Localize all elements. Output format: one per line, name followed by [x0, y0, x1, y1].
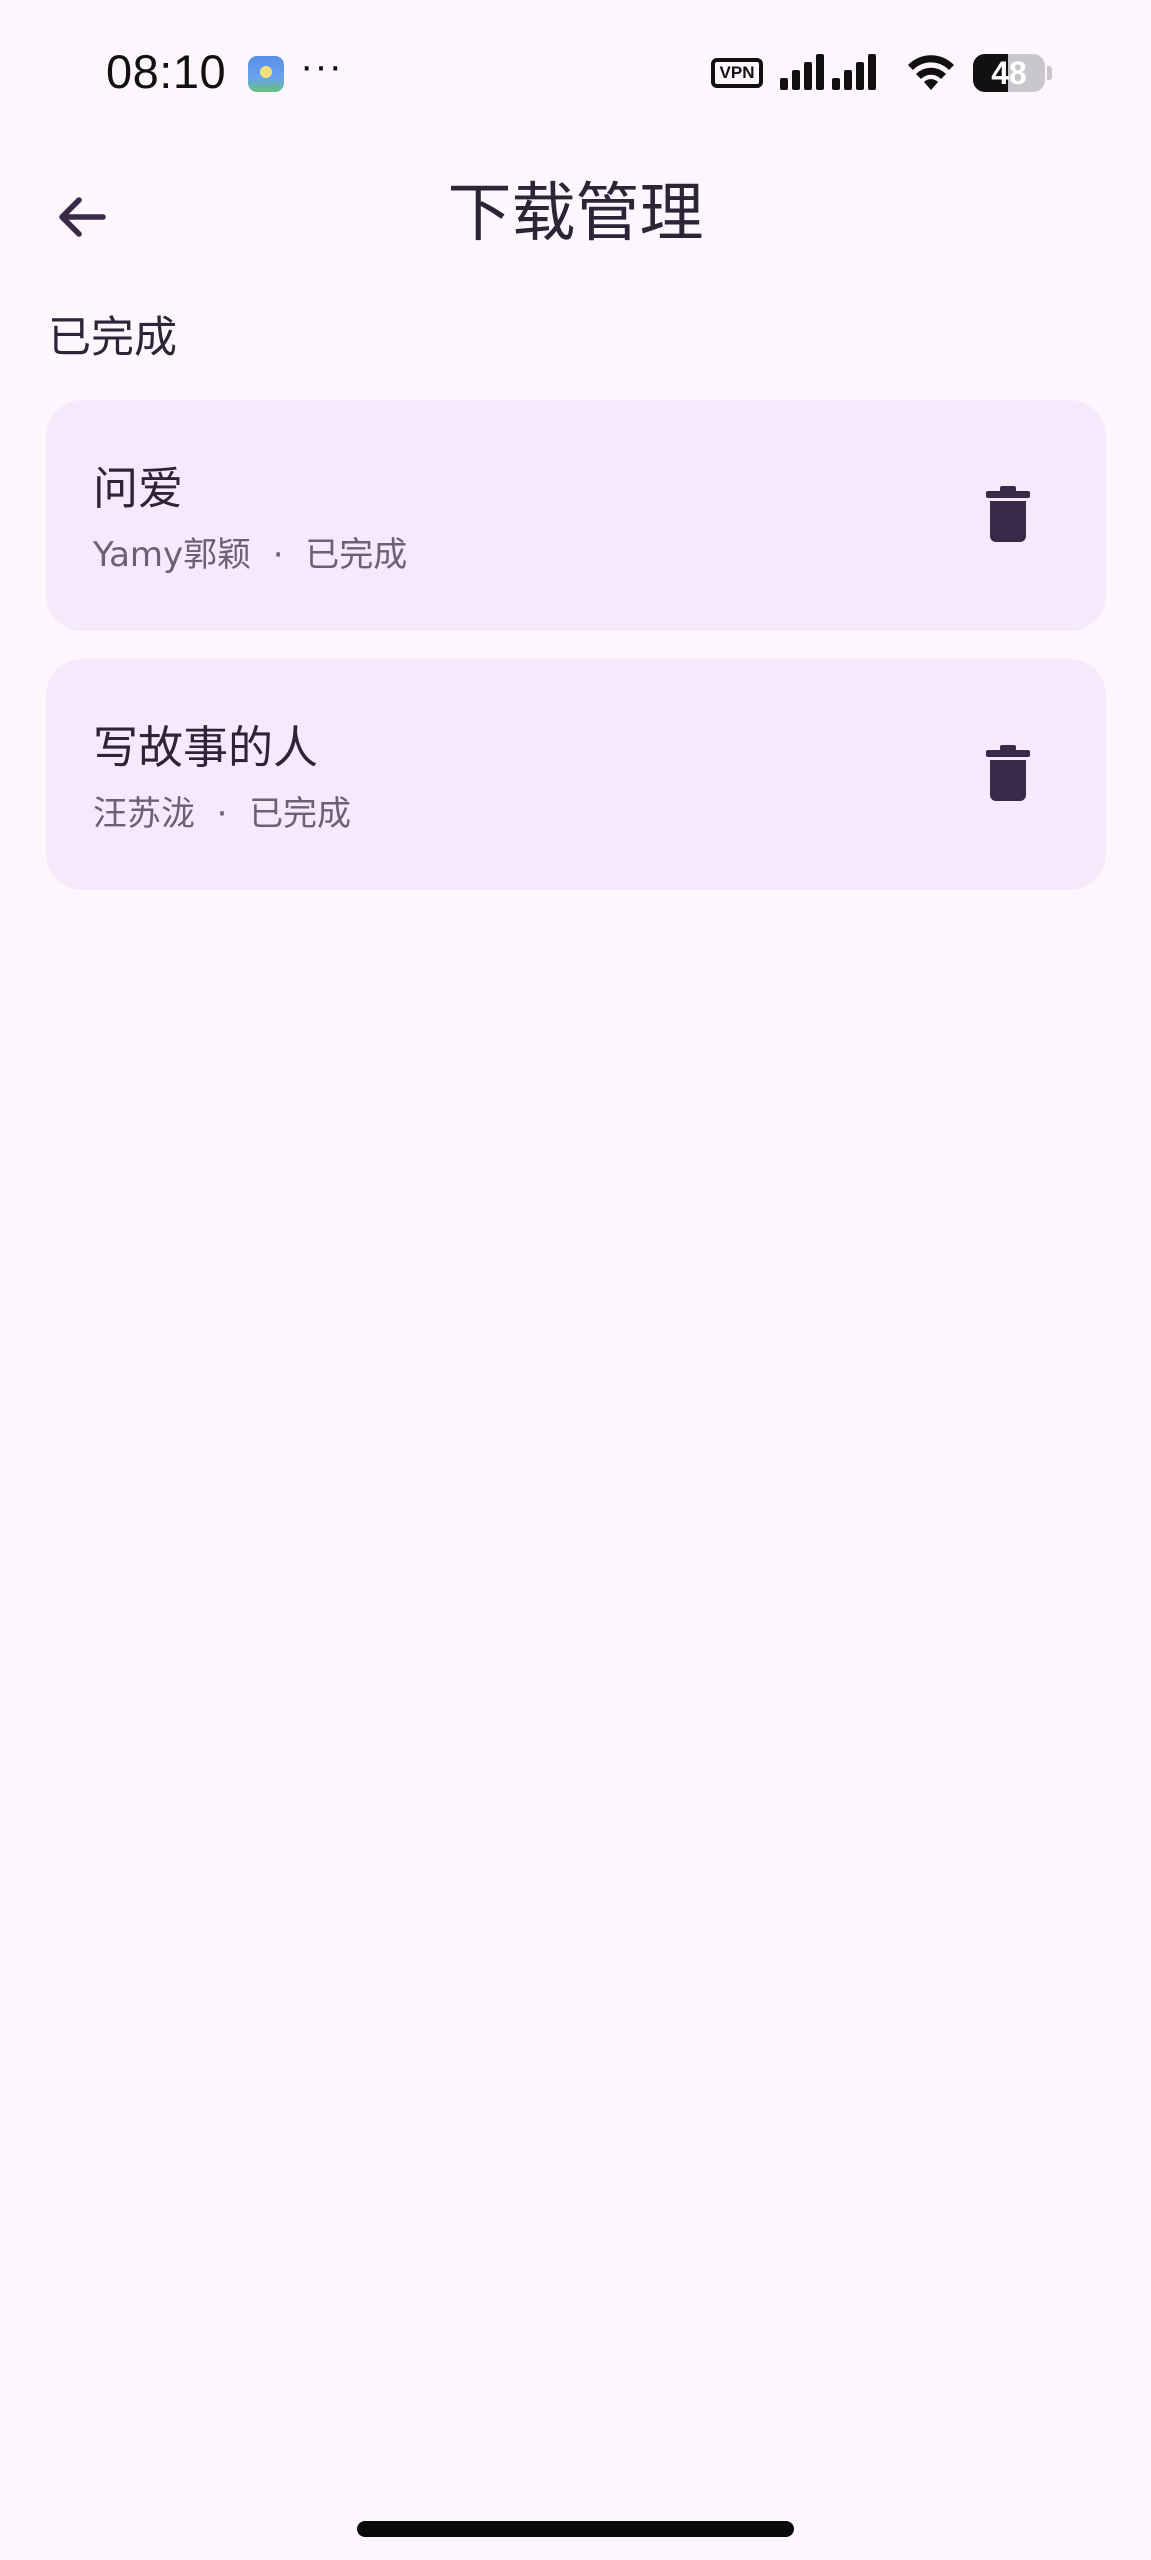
download-item[interactable]: 问爱 Yamy郭颖 · 已完成: [46, 400, 1106, 631]
status-time: 08:10: [106, 45, 227, 98]
subtitle-separator: ·: [272, 535, 284, 575]
wifi-icon: [906, 52, 956, 96]
page-title: 下载管理: [447, 177, 704, 251]
download-list: 问爱 Yamy郭颖 · 已完成 写故事的人 汪苏泷 · 已完成: [46, 400, 1106, 918]
song-artist: 汪苏泷: [93, 794, 195, 834]
home-indicator[interactable]: [357, 2521, 794, 2537]
battery-tip: [1047, 66, 1052, 80]
song-title: 写故事的人: [93, 721, 319, 774]
more-notifications-indicator: ···: [300, 44, 343, 88]
cellular-signal-2-icon: [832, 52, 890, 92]
app-notification-icon: [248, 56, 284, 92]
battery-icon: 48: [973, 54, 1045, 92]
song-subtitle: 汪苏泷 · 已完成: [93, 791, 351, 837]
song-subtitle: Yamy郭颖 · 已完成: [93, 532, 407, 578]
trash-icon: [986, 745, 1030, 805]
download-status: 已完成: [305, 535, 408, 575]
app-bar: 下载管理: [0, 150, 1151, 280]
delete-button[interactable]: [968, 476, 1048, 556]
section-title-completed: 已完成: [48, 313, 177, 363]
battery-percentage: 48: [991, 55, 1027, 91]
download-status: 已完成: [249, 794, 352, 834]
cellular-signal-icon: [780, 52, 826, 92]
song-artist: Yamy郭颖: [93, 535, 252, 575]
delete-button[interactable]: [968, 735, 1048, 815]
status-bar: 08:10 ··· VPN 48: [0, 0, 1151, 150]
song-title: 问爱: [93, 462, 184, 515]
trash-icon: [986, 486, 1030, 546]
download-item[interactable]: 写故事的人 汪苏泷 · 已完成: [46, 659, 1106, 890]
subtitle-separator: ·: [216, 794, 228, 834]
vpn-icon: VPN: [711, 58, 763, 88]
